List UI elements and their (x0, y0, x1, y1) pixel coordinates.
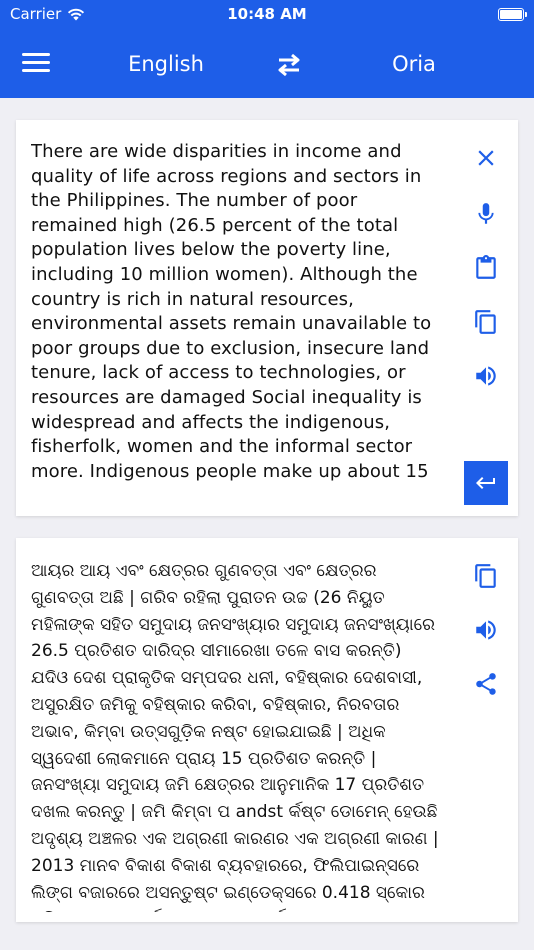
translation-card: ଆୟର ଆୟ ଏବଂ କ୍ଷେତ୍ରର ଗୁଣବତ୍ତା ଏବଂ କ୍ଷେତ୍ର… (16, 538, 518, 922)
source-text-card: There are wide disparities in income and… (16, 120, 518, 516)
microphone-icon[interactable] (468, 196, 504, 232)
speaker-icon[interactable] (468, 612, 504, 648)
battery-icon (498, 8, 527, 21)
speaker-icon[interactable] (468, 358, 504, 394)
share-icon[interactable] (468, 666, 504, 702)
target-language-selector[interactable]: Oria (354, 52, 474, 76)
app-header: Carrier 10:48 AM English Oria (0, 0, 534, 98)
copy-icon[interactable] (468, 558, 504, 594)
swap-languages-icon[interactable] (272, 50, 306, 80)
close-icon[interactable] (468, 140, 504, 176)
source-text-input[interactable]: There are wide disparities in income and… (31, 140, 441, 496)
menu-icon[interactable] (22, 53, 50, 75)
source-language-selector[interactable]: English (106, 52, 226, 76)
status-time: 10:48 AM (227, 5, 307, 23)
enter-icon[interactable] (464, 461, 508, 505)
copy-icon[interactable] (468, 304, 504, 340)
translated-text: ଆୟର ଆୟ ଏବଂ କ୍ଷେତ୍ରର ଗୁଣବତ୍ତା ଏବଂ କ୍ଷେତ୍ର… (31, 561, 439, 912)
status-bar: Carrier 10:48 AM (0, 0, 534, 28)
language-bar: English Oria (0, 40, 534, 90)
clipboard-icon[interactable] (468, 250, 504, 286)
